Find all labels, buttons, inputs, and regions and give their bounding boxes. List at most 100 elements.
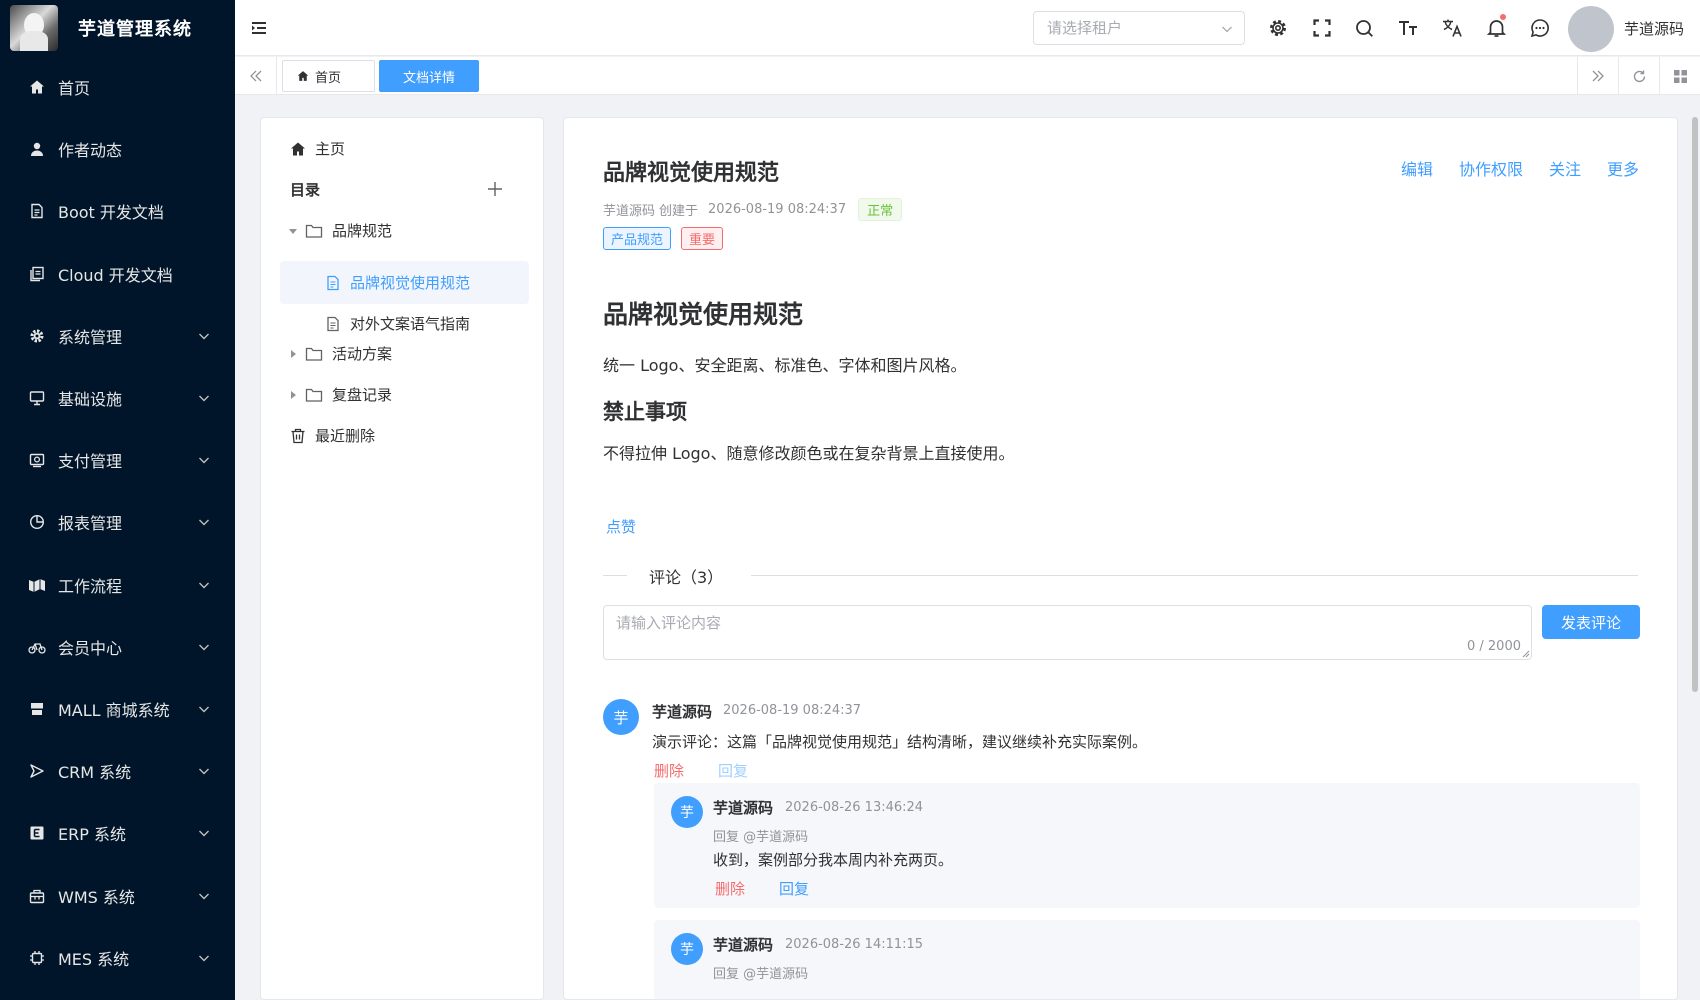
comment-text: 演示评论：这篇「品牌视觉使用规范」结构清晰，建议继续补充实际案例。 <box>652 733 1148 751</box>
tree-folder-campaign[interactable]: 活动方案 <box>288 343 392 364</box>
sidebar-item-label: 作者动态 <box>58 141 123 161</box>
sidebar-item-label: 系统管理 <box>58 327 123 347</box>
document-icon <box>327 316 339 331</box>
home-icon <box>297 71 309 81</box>
sidebar-item-workflow[interactable]: 工作流程 <box>0 554 235 616</box>
tree-doc-copy-tone[interactable]: 对外文案语气指南 <box>325 302 470 345</box>
page-scrollbar[interactable] <box>1692 117 1698 692</box>
chip-icon <box>28 949 46 967</box>
sidebar-item-mall[interactable]: MALL 商城系统 <box>0 678 235 740</box>
user-name[interactable]: 芋道源码 <box>1624 18 1684 39</box>
workflow-icon <box>28 576 46 594</box>
content-heading-2: 禁止事项 <box>603 400 687 424</box>
sidebar-item-label: MALL 商城系统 <box>58 700 170 720</box>
sidebar-item-cloud-docs[interactable]: Cloud 开发文档 <box>0 243 235 305</box>
content-paragraph-1: 统一 Logo、安全距离、标准色、字体和图片风格。 <box>603 356 967 375</box>
content-paragraph-2: 不得拉伸 Logo、随意修改颜色或在复杂背景上直接使用。 <box>603 444 1015 463</box>
document-icon <box>28 202 46 220</box>
settings-icon[interactable] <box>1267 17 1289 39</box>
tree-catalog-header: 目录 <box>290 179 320 200</box>
logo-image <box>10 5 58 51</box>
follow-button[interactable]: 关注 <box>1549 156 1581 180</box>
tab-doc-detail[interactable]: 文档详情 <box>379 60 479 92</box>
comments-title: 评论（3） <box>649 568 724 587</box>
reply-card: 芋 芋道源码 2026-08-26 13:46:24 回复 @芋道源码 收到，案… <box>654 783 1640 908</box>
translate-icon[interactable] <box>1441 17 1463 39</box>
caret-right-icon <box>291 390 296 399</box>
sidebar-item-crm[interactable]: CRM 系统 <box>0 740 235 802</box>
more-button[interactable]: 更多 <box>1607 156 1639 180</box>
reply-comment-button[interactable]: 回复 <box>779 878 809 899</box>
tenant-select[interactable]: 请选择租户 <box>1033 11 1245 45</box>
comment-text: 收到，案例部分我本周内补充两页。 <box>713 851 954 869</box>
tab-home[interactable]: 首页 <box>282 60 375 92</box>
tree-doc-label: 对外文案语气指南 <box>350 315 471 333</box>
documents-icon <box>28 265 46 283</box>
comment-avatar: 芋 <box>603 699 639 735</box>
sidebar-item-author[interactable]: 作者动态 <box>0 118 235 180</box>
logo[interactable]: 芋道管理系统 <box>0 0 235 56</box>
tree-home[interactable]: 主页 <box>290 138 345 159</box>
tree-folder-review[interactable]: 复盘记录 <box>288 384 392 405</box>
notification-bell-icon[interactable] <box>1485 14 1507 39</box>
gear-icon <box>28 327 46 345</box>
sidebar-item-label: 工作流程 <box>58 576 123 596</box>
comment-author: 芋道源码 <box>652 703 713 721</box>
submit-comment-button[interactable]: 发表评论 <box>1542 605 1640 639</box>
delete-comment-button[interactable]: 删除 <box>715 878 745 899</box>
sidebar-item-label: 首页 <box>58 79 91 99</box>
sidebar-item-label: Boot 开发文档 <box>58 203 164 223</box>
sidebar-item-infra[interactable]: 基础设施 <box>0 367 235 429</box>
fullscreen-icon[interactable] <box>1311 17 1333 39</box>
permissions-button[interactable]: 协作权限 <box>1459 156 1523 180</box>
payment-icon <box>28 451 46 469</box>
chevron-down-icon <box>199 582 209 589</box>
sidebar-item-wms[interactable]: WMS 系统 <box>0 864 235 926</box>
comment-author: 芋道源码 <box>713 799 774 817</box>
sidebar-item-home[interactable]: 首页 <box>0 56 235 118</box>
message-icon[interactable] <box>1529 17 1551 39</box>
chevron-down-icon <box>199 830 209 837</box>
sidebar-item-pay[interactable]: 支付管理 <box>0 429 235 491</box>
user-avatar[interactable] <box>1568 6 1614 52</box>
sidebar-item-mes[interactable]: MES 系统 <box>0 927 235 989</box>
edit-button[interactable]: 编辑 <box>1401 156 1433 180</box>
add-icon[interactable] <box>487 181 503 197</box>
sidebar-item-erp[interactable]: ERP 系统 <box>0 802 235 864</box>
sidebar-item-boot-docs[interactable]: Boot 开发文档 <box>0 180 235 242</box>
chevron-down-icon <box>199 955 209 962</box>
menu-toggle-icon[interactable] <box>249 18 269 38</box>
resize-handle-icon[interactable] <box>1522 650 1530 658</box>
tree-doc-brand-visual[interactable]: 品牌视觉使用规范 <box>325 261 470 304</box>
comment-time: 2026-08-26 13:46:24 <box>785 800 924 815</box>
comment-time: 2026-08-26 14:11:15 <box>785 937 924 952</box>
reply-to-label: 回复 @芋道源码 <box>713 830 809 845</box>
comment-avatar: 芋 <box>671 933 703 965</box>
trash-icon <box>291 428 305 443</box>
like-button[interactable]: 点赞 <box>606 516 636 537</box>
grid-menu-icon[interactable] <box>1659 57 1700 95</box>
tree-trash-label: 最近删除 <box>315 427 376 445</box>
font-size-icon[interactable] <box>1397 17 1419 39</box>
tree-folder-brand[interactable]: 品牌规范 <box>288 220 392 241</box>
reply-comment-button[interactable]: 回复 <box>718 760 748 781</box>
search-icon[interactable] <box>1353 17 1375 39</box>
chevron-down-icon <box>199 706 209 713</box>
sidebar-item-system[interactable]: 系统管理 <box>0 305 235 367</box>
chevron-down-icon <box>199 644 209 651</box>
delete-comment-button[interactable]: 删除 <box>654 760 684 781</box>
sidebar-item-member[interactable]: 会员中心 <box>0 616 235 678</box>
document-icon <box>327 275 339 290</box>
chevron-down-icon <box>199 893 209 900</box>
comment-textarea[interactable]: 请输入评论内容 0 / 2000 <box>603 605 1532 660</box>
sidebar-item-report[interactable]: 报表管理 <box>0 491 235 553</box>
tree-folder-label: 活动方案 <box>332 345 393 363</box>
tabs-scroll-right-icon[interactable] <box>1577 57 1618 95</box>
tab-home-label: 首页 <box>315 70 342 86</box>
reply-to-label: 回复 @芋道源码 <box>713 967 809 982</box>
refresh-icon[interactable] <box>1618 57 1659 95</box>
tree-trash[interactable]: 最近删除 <box>290 425 375 446</box>
tabs-scroll-left-icon[interactable] <box>235 57 277 95</box>
app-title: 芋道管理系统 <box>78 19 192 40</box>
sidebar-item-label: CRM 系统 <box>58 763 132 783</box>
